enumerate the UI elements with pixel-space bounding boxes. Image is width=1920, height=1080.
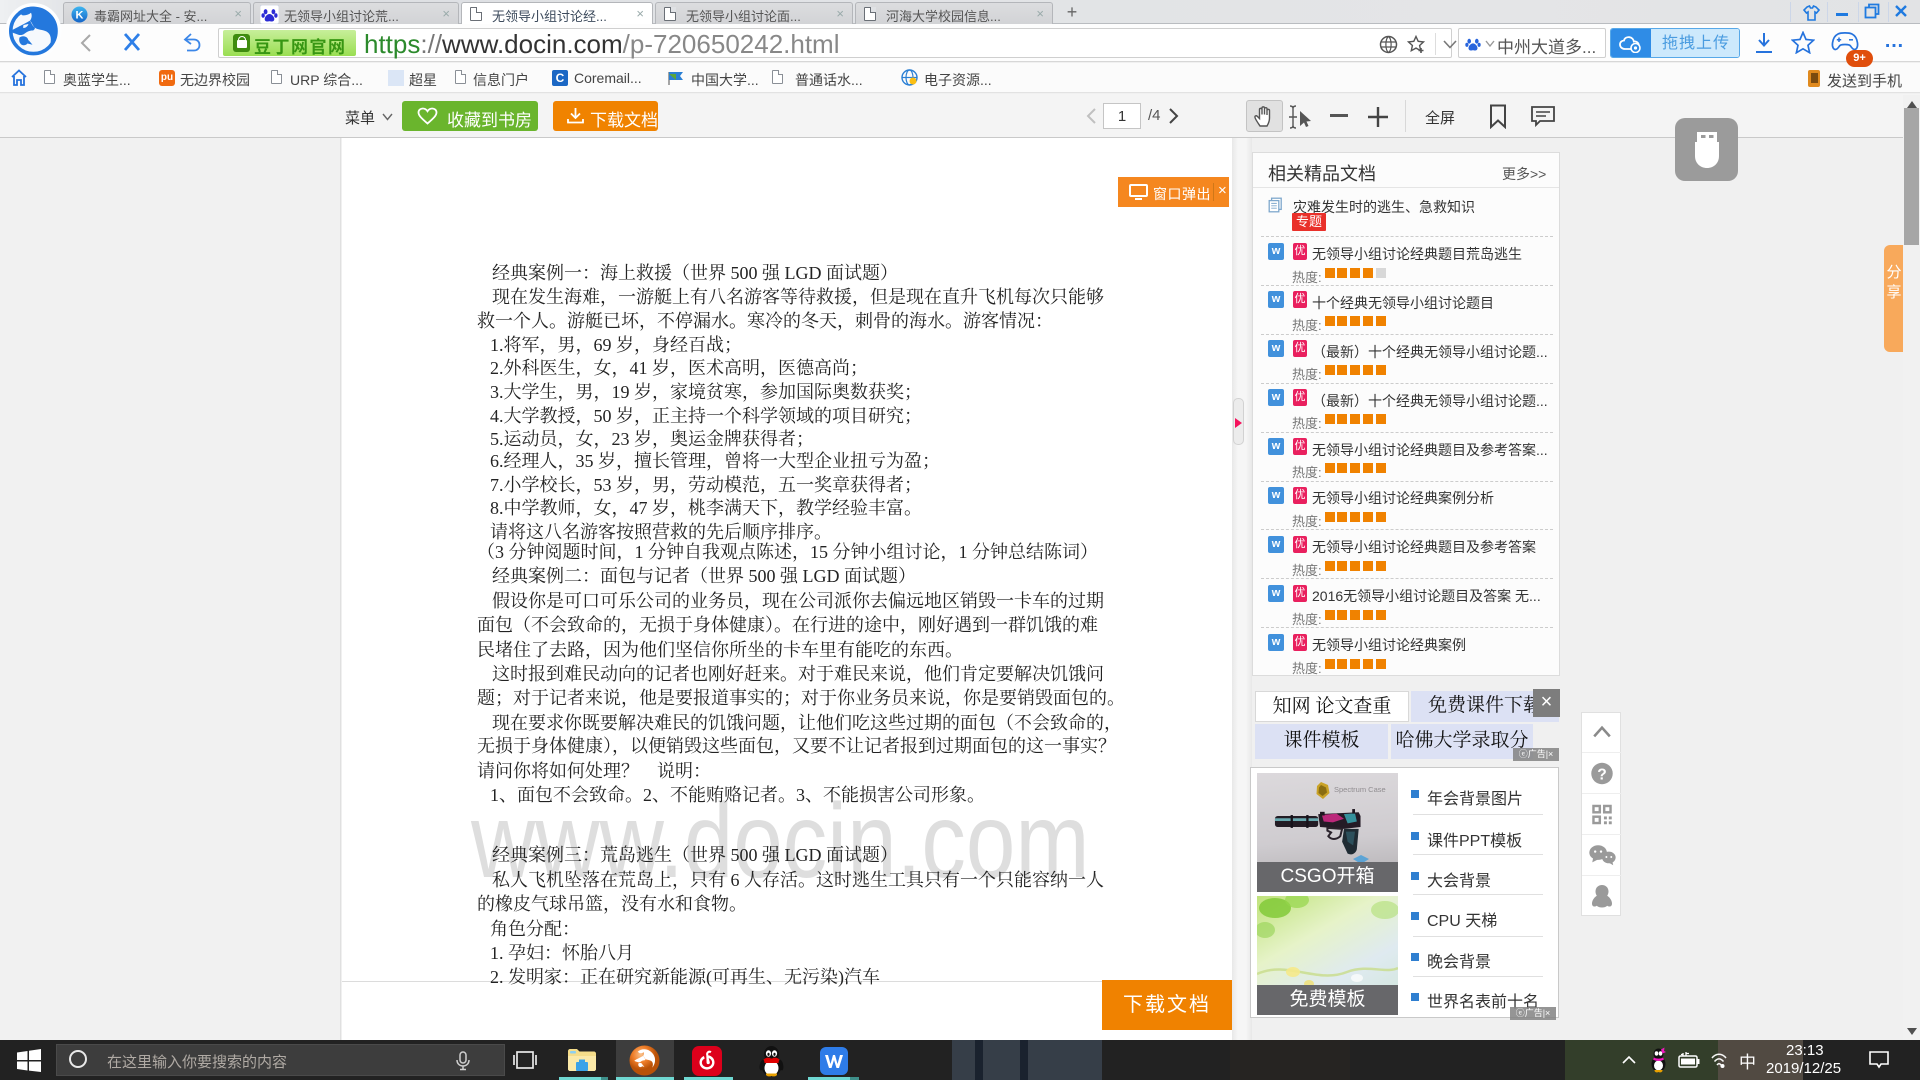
svg-text:Spectrum Case: Spectrum Case <box>1334 785 1386 794</box>
svg-text:K: K <box>76 10 84 22</box>
svg-text:?: ? <box>1597 766 1607 783</box>
